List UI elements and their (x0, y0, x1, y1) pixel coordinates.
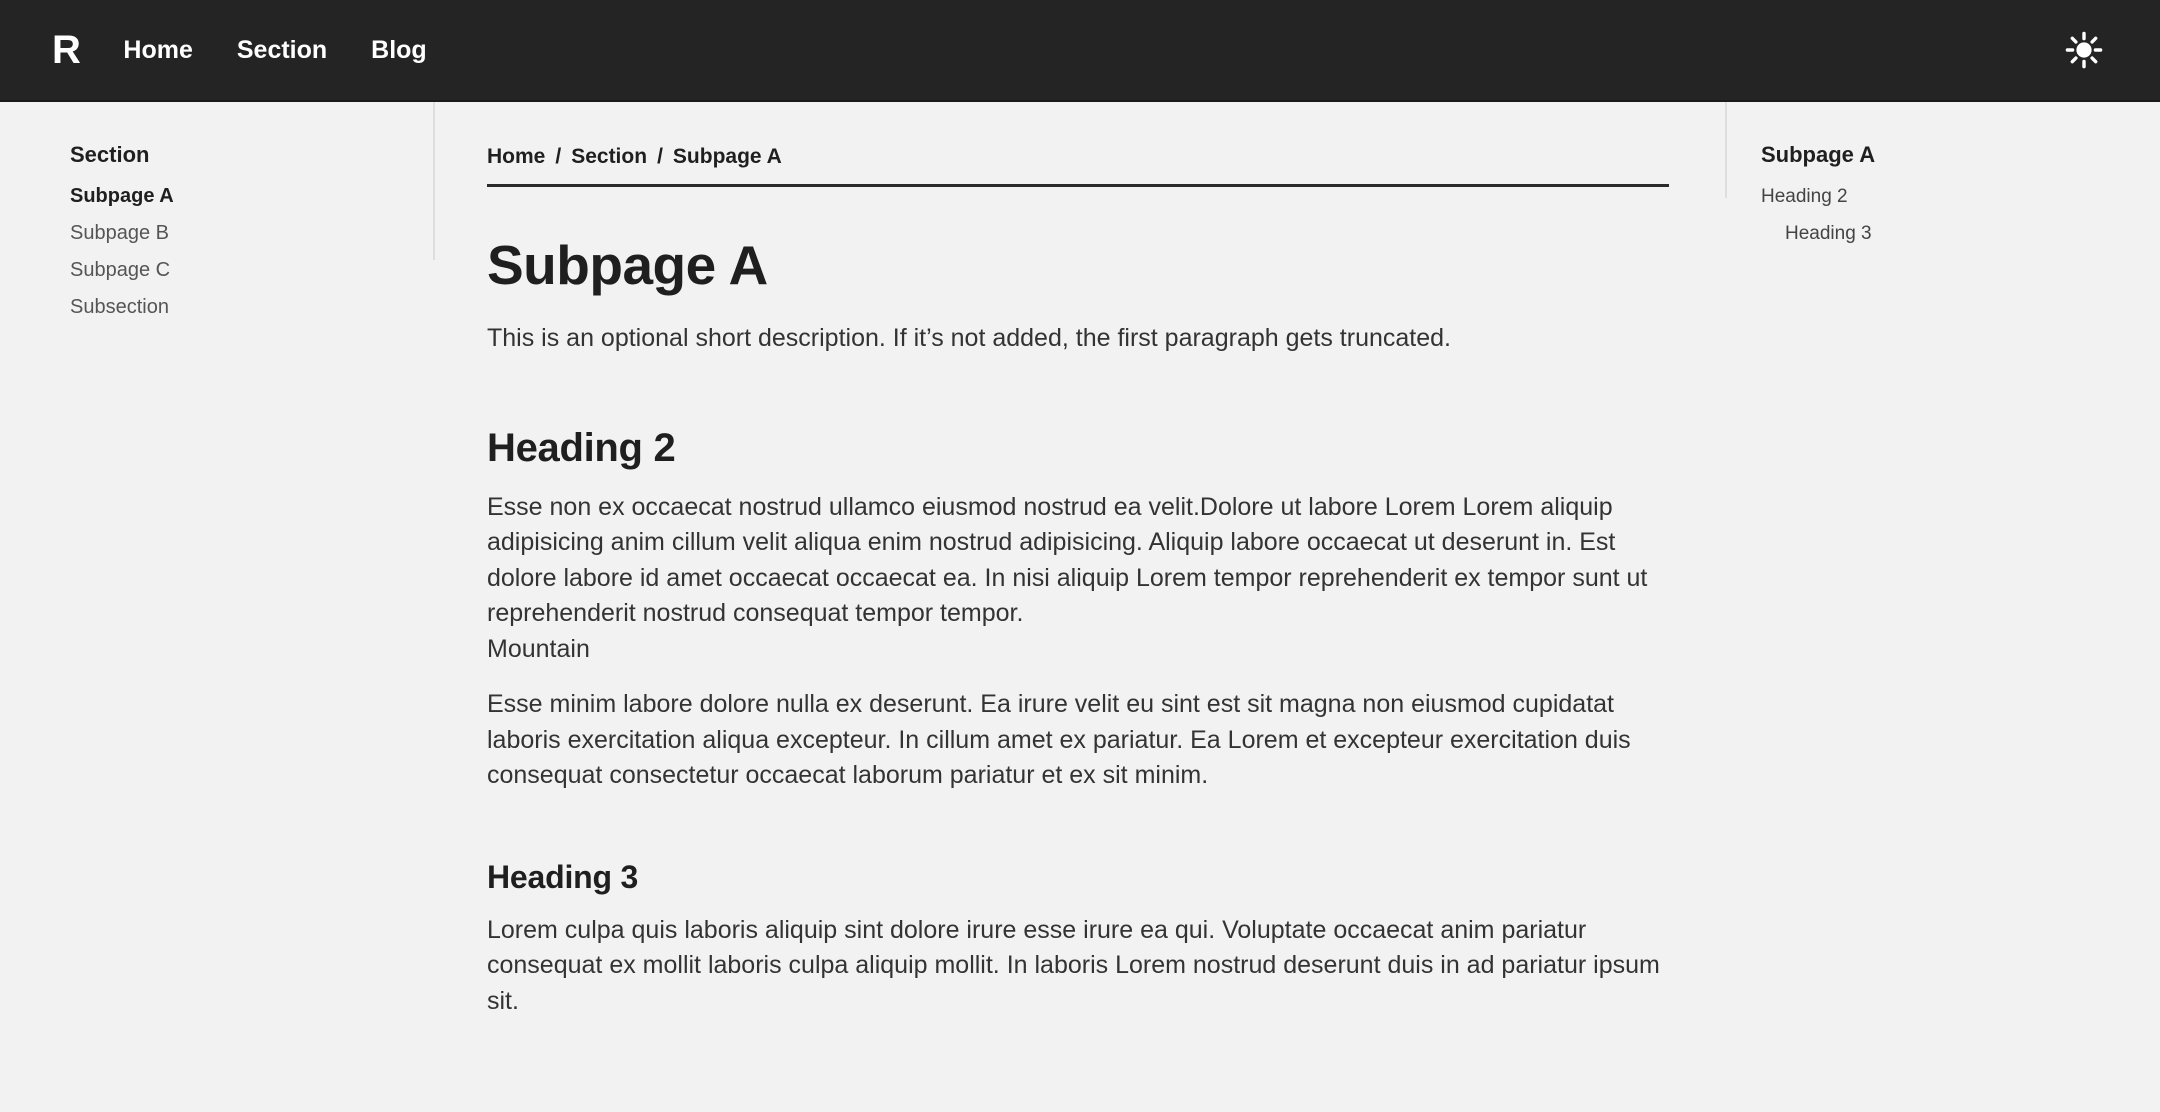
sidebar-item-subsection[interactable]: Subsection (70, 297, 435, 317)
paragraph-3: Lorem culpa quis laboris aliquip sint do… (487, 915, 1660, 1015)
figure-caption: Mountain (487, 634, 590, 663)
sun-icon (2064, 30, 2104, 70)
paragraph-2: Esse minim labore dolore nulla ex deseru… (487, 690, 1631, 790)
paragraph-1: Esse non ex occaecat nostrud ullamco eiu… (487, 492, 1648, 628)
nav-link-home[interactable]: Home (123, 37, 192, 63)
page-title: Subpage A (487, 234, 768, 296)
nav-link-section[interactable]: Section (237, 37, 327, 63)
top-navbar: R Home Section Blog (0, 0, 2160, 102)
breadcrumb-separator: / (657, 145, 663, 168)
nav-link-blog[interactable]: Blog (371, 37, 427, 63)
page-description: This is an optional short description. I… (487, 323, 1451, 352)
toc-item-heading-2[interactable]: Heading 2 (1761, 187, 2145, 206)
breadcrumb-item-home[interactable]: Home (487, 146, 545, 167)
site-logo[interactable]: R (52, 30, 81, 70)
table-of-contents: Subpage A Heading 2 Heading 3 (1725, 102, 2145, 261)
breadcrumb-separator: / (555, 145, 562, 168)
sidebar-item-subpage-a[interactable]: Subpage A (70, 186, 435, 206)
toc-item-heading-3[interactable]: Heading 3 (1761, 224, 2145, 243)
sidebar-item-subpage-b[interactable]: Subpage B (70, 223, 435, 243)
toc-title: Subpage A (1761, 142, 1876, 167)
breadcrumb-item-section[interactable]: Section (571, 146, 647, 167)
page-body: Section Subpage A Subpage B Subpage C Su… (0, 102, 2160, 1112)
theme-toggle-button[interactable] (2056, 22, 2112, 78)
breadcrumb: Home / Section / Subpage A (487, 146, 1725, 167)
sidebar-section-heading: Section (70, 142, 150, 167)
breadcrumb-divider (487, 184, 1669, 187)
primary-navigation: Home Section Blog (123, 37, 427, 63)
breadcrumb-item-subpage-a[interactable]: Subpage A (673, 146, 782, 167)
main-content: Home / Section / Subpage A Subpage A Thi… (435, 102, 1725, 1019)
section-heading-3: Heading 3 (487, 858, 639, 895)
section-heading-2: Heading 2 (487, 425, 676, 470)
sidebar-item-subpage-c[interactable]: Subpage C (70, 260, 435, 280)
left-sidebar: Section Subpage A Subpage B Subpage C Su… (0, 102, 435, 334)
